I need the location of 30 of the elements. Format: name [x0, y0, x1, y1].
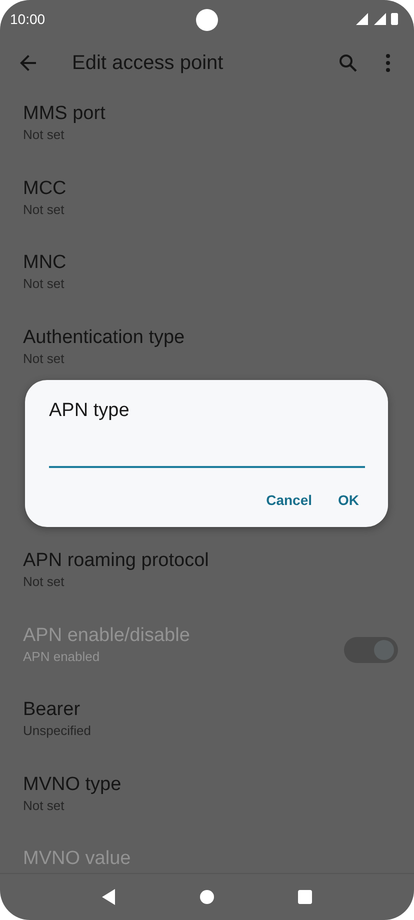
setting-value: Not set	[23, 200, 66, 218]
settings-item[interactable]: Bearer Unspecified	[0, 690, 414, 764]
screen-title: Edit access point	[72, 52, 224, 74]
dialog-button[interactable]: OK	[332, 486, 365, 514]
settings-item[interactable]: APN roaming protocol Not set	[0, 541, 414, 616]
recents-nav-icon[interactable]	[297, 889, 313, 905]
setting-title: MNC	[23, 251, 68, 275]
setting-title: MVNO type	[23, 772, 122, 796]
setting-title: MCC	[23, 176, 68, 200]
settings-item[interactable]: MMS port Not set	[0, 94, 414, 168]
home-nav-icon[interactable]	[199, 889, 215, 905]
dialog-title: APN type	[49, 400, 130, 422]
settings-item[interactable]: MVNO type Not set	[0, 764, 414, 839]
setting-title: APN roaming protocol	[23, 549, 210, 573]
setting-title: MMS port	[23, 102, 106, 126]
dialog-button[interactable]: Cancel	[260, 486, 318, 514]
camera-cutout-icon	[196, 9, 218, 31]
status-time: 10:00	[10, 11, 46, 27]
setting-value: Not set	[23, 275, 66, 293]
status-icons	[356, 12, 400, 26]
setting-value: Not set	[23, 573, 66, 591]
setting-value: Unspecified	[23, 722, 92, 740]
setting-value: Not set	[23, 126, 66, 144]
settings-item[interactable]: MNC Not set	[0, 243, 414, 318]
setting-title: Bearer	[23, 698, 82, 722]
setting-value: Not set	[23, 350, 66, 368]
settings-item[interactable]: MCC Not set	[0, 168, 414, 243]
back-nav-icon[interactable]	[101, 888, 117, 906]
setting-title: Authentication type	[23, 326, 186, 350]
setting-value: Not set	[23, 796, 66, 814]
